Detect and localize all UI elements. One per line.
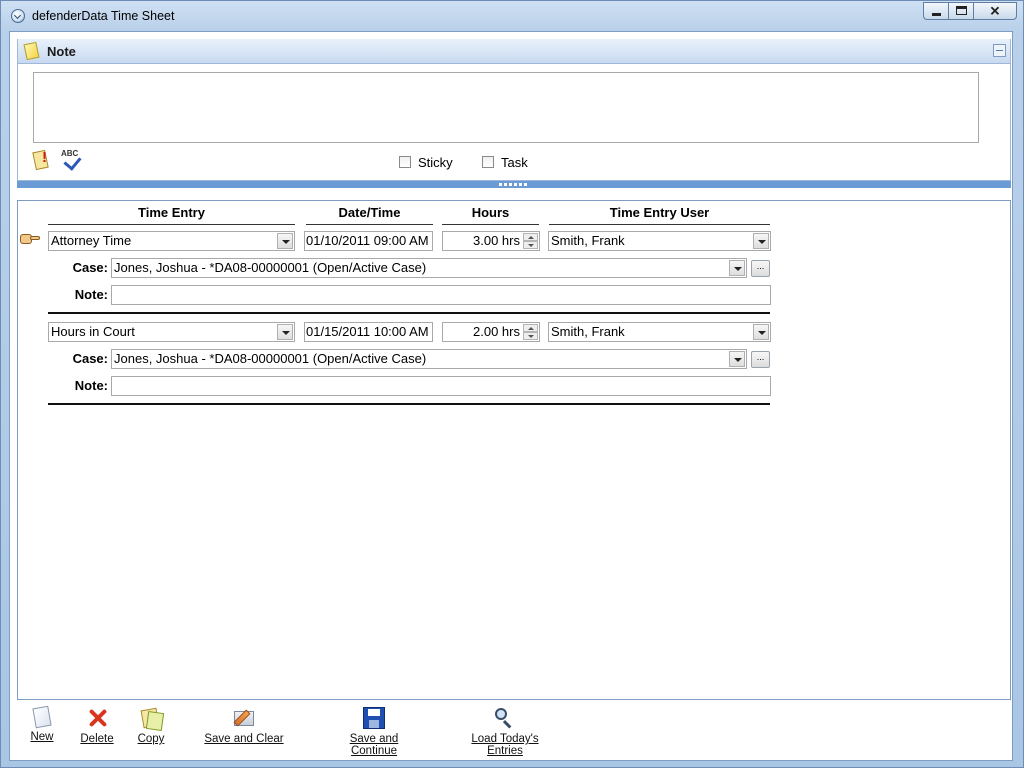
- note-label: Note:: [74, 378, 108, 393]
- save-and-clear-button[interactable]: Save and Clear: [203, 707, 285, 745]
- collapse-note-button[interactable]: [993, 44, 1006, 57]
- time-entry-type-value: Attorney Time: [51, 233, 132, 248]
- case-value: Jones, Joshua - *DA08-00000001 (Open/Act…: [114, 260, 427, 275]
- client-area: Note ! ABC Sticky Task Time Entry Date/T…: [9, 31, 1013, 761]
- task-label: Task: [501, 154, 528, 170]
- case-label: Case:: [72, 260, 108, 275]
- pointing-hand-icon: [18, 231, 42, 247]
- date-time-field[interactable]: 01/10/2011 09:00 AM: [304, 231, 433, 251]
- load-todays-entries-button[interactable]: Load Today's Entries: [452, 707, 558, 757]
- time-entry-type-select[interactable]: Hours in Court: [48, 322, 295, 342]
- entry-separator: [48, 312, 770, 314]
- time-entry-user-select[interactable]: Smith, Frank: [548, 322, 771, 342]
- header-hours: Hours: [442, 204, 539, 225]
- minimize-button[interactable]: [923, 2, 949, 20]
- new-button[interactable]: New: [27, 705, 57, 743]
- note-textarea[interactable]: [33, 72, 979, 143]
- save-and-continue-label: Save and Continue: [349, 733, 399, 757]
- splitter-grip[interactable]: [499, 183, 527, 186]
- hours-stepper-buttons[interactable]: [523, 324, 538, 340]
- maximize-icon: [956, 6, 967, 15]
- case-lookup-button[interactable]: ...: [751, 260, 770, 277]
- entry-note-field[interactable]: [111, 285, 771, 305]
- sticky-checkbox-row[interactable]: Sticky: [399, 154, 453, 170]
- spell-check-icon[interactable]: !: [32, 149, 49, 171]
- time-entry-user-select[interactable]: Smith, Frank: [548, 231, 771, 251]
- header-time-entry: Time Entry: [48, 204, 295, 225]
- copy-button-label: Copy: [137, 733, 165, 745]
- note-panel-title: Note: [47, 44, 76, 59]
- title-bar[interactable]: defenderData Time Sheet ✕: [1, 1, 1023, 31]
- minimize-icon: [932, 13, 941, 16]
- maximize-button[interactable]: [948, 2, 974, 20]
- bottom-toolbar: New Delete Copy Save and Clear Save and …: [9, 705, 1013, 761]
- case-lookup-button[interactable]: ...: [751, 351, 770, 368]
- case-select[interactable]: Jones, Joshua - *DA08-00000001 (Open/Act…: [111, 349, 747, 369]
- chevron-down-icon[interactable]: [753, 324, 769, 340]
- header-date-time: Date/Time: [306, 204, 433, 225]
- clock-icon[interactable]: [11, 9, 25, 23]
- chevron-down-icon[interactable]: [729, 351, 745, 367]
- delete-button[interactable]: Delete: [79, 707, 115, 745]
- time-entry-user-value: Smith, Frank: [551, 233, 625, 248]
- time-entry-user-value: Smith, Frank: [551, 324, 625, 339]
- note-panel-header: Note: [18, 39, 1010, 64]
- panel-splitter[interactable]: [17, 181, 1011, 188]
- time-entries-panel: Time Entry Date/Time Hours Time Entry Us…: [17, 200, 1011, 700]
- sticky-label: Sticky: [418, 154, 453, 170]
- abc-check-icon[interactable]: ABC: [60, 149, 86, 171]
- close-icon: ✕: [989, 3, 1001, 19]
- load-todays-entries-label: Load Today's Entries: [471, 733, 539, 757]
- close-button[interactable]: ✕: [973, 2, 1017, 20]
- magnifier-icon: [494, 707, 516, 729]
- case-label: Case:: [72, 351, 108, 366]
- stepper-up-icon[interactable]: [523, 324, 538, 332]
- copy-icon: [140, 707, 165, 732]
- note-label: Note:: [74, 287, 108, 302]
- delete-button-label: Delete: [80, 733, 114, 745]
- task-checkbox-row[interactable]: Task: [482, 154, 528, 170]
- hours-stepper[interactable]: 2.00 hrs: [442, 322, 540, 342]
- case-value: Jones, Joshua - *DA08-00000001 (Open/Act…: [114, 351, 427, 366]
- stepper-up-icon[interactable]: [523, 233, 538, 241]
- stepper-down-icon[interactable]: [523, 241, 538, 249]
- window-title: defenderData Time Sheet: [32, 9, 175, 23]
- new-document-icon: [32, 705, 52, 729]
- chevron-down-icon[interactable]: [277, 324, 293, 340]
- stepper-down-icon[interactable]: [523, 332, 538, 340]
- hours-stepper[interactable]: 3.00 hrs: [442, 231, 540, 251]
- save-and-clear-label: Save and Clear: [204, 733, 284, 745]
- time-entry-type-value: Hours in Court: [51, 324, 135, 339]
- time-sheet-window: defenderData Time Sheet ✕ Note ! ABC Sti…: [0, 0, 1024, 768]
- sticky-checkbox[interactable]: [399, 156, 411, 168]
- eraser-icon: [233, 707, 255, 729]
- date-time-field[interactable]: 01/15/2011 10:00 AM: [304, 322, 433, 342]
- entry-separator: [48, 403, 770, 405]
- hours-stepper-buttons[interactable]: [523, 233, 538, 249]
- new-button-label: New: [30, 731, 54, 743]
- entry-note-field[interactable]: [111, 376, 771, 396]
- copy-button[interactable]: Copy: [135, 707, 167, 745]
- task-checkbox[interactable]: [482, 156, 494, 168]
- window-controls: ✕: [923, 2, 1017, 22]
- save-and-continue-button[interactable]: Save and Continue: [326, 707, 422, 757]
- chevron-down-icon[interactable]: [277, 233, 293, 249]
- header-time-entry-user: Time Entry User: [549, 204, 770, 225]
- delete-x-icon: [86, 707, 108, 729]
- hours-value: 3.00 hrs: [473, 233, 520, 248]
- hours-value: 2.00 hrs: [473, 324, 520, 339]
- note-icon: [23, 41, 40, 61]
- case-select[interactable]: Jones, Joshua - *DA08-00000001 (Open/Act…: [111, 258, 747, 278]
- note-panel: Note ! ABC Sticky Task: [17, 39, 1011, 181]
- chevron-down-icon[interactable]: [729, 260, 745, 276]
- chevron-down-icon[interactable]: [753, 233, 769, 249]
- save-disk-icon: [363, 707, 385, 729]
- time-entry-type-select[interactable]: Attorney Time: [48, 231, 295, 251]
